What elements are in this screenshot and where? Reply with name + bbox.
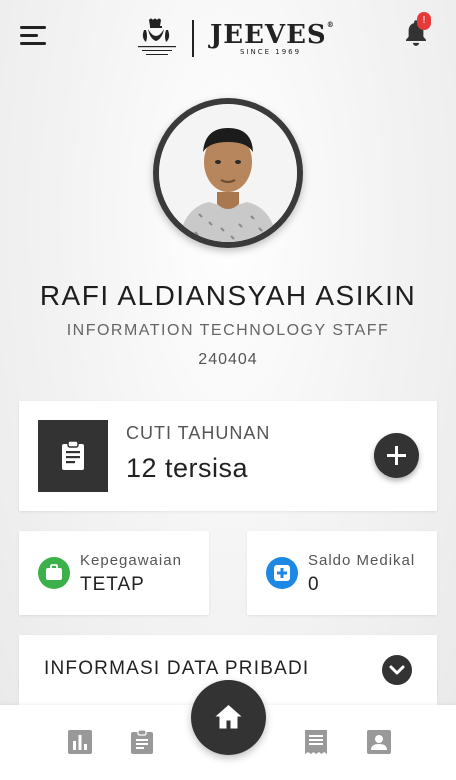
clipboard-icon xyxy=(62,440,84,470)
medical-value: 0 xyxy=(308,574,320,595)
brand-tagline: SINCE 1969 xyxy=(240,48,302,56)
contact-icon[interactable] xyxy=(366,729,392,755)
profile-photo xyxy=(159,104,297,242)
clipboard-nav-icon[interactable] xyxy=(129,729,155,755)
leave-remaining: 12 tersisa xyxy=(126,453,249,483)
leave-icon-box xyxy=(38,420,108,492)
home-button[interactable] xyxy=(191,680,266,755)
job-title: INFORMATION TECHNOLOGY STAFF xyxy=(66,322,390,339)
profile-avatar xyxy=(153,98,303,248)
royal-crest-icon xyxy=(138,18,176,55)
employment-label: Kepegawaian xyxy=(80,552,182,569)
medical-cross-icon xyxy=(266,557,298,589)
chevron-down-icon xyxy=(389,665,405,675)
brand-name: JEEVES® xyxy=(210,20,335,50)
employee-name: RAFI ALDIANSYAH ASIKIN xyxy=(39,280,417,311)
add-leave-button[interactable] xyxy=(374,433,419,478)
medical-label: Saldo Medikal xyxy=(308,552,416,569)
chart-icon[interactable] xyxy=(67,729,93,755)
receipt-icon[interactable] xyxy=(303,729,329,755)
medical-balance-card[interactable]: Saldo Medikal 0 xyxy=(247,531,437,615)
briefcase-icon xyxy=(38,557,70,589)
logo-divider xyxy=(192,20,194,57)
notification-badge: ! xyxy=(417,12,431,30)
plus-icon xyxy=(387,446,406,465)
personal-info-title: INFORMASI DATA PRIBADI xyxy=(44,658,310,679)
app-header: JEEVES® SINCE 1969 ! xyxy=(0,0,456,72)
menu-icon[interactable] xyxy=(20,26,48,48)
brand-logo: JEEVES® SINCE 1969 xyxy=(136,16,334,60)
annual-leave-card[interactable]: CUTI TAHUNAN 12 tersisa xyxy=(19,401,437,511)
leave-title: CUTI TAHUNAN xyxy=(126,423,271,443)
home-icon xyxy=(215,705,242,729)
expand-button[interactable] xyxy=(382,655,412,685)
employment-status-card[interactable]: Kepegawaian TETAP xyxy=(19,531,209,615)
employee-id: 240404 xyxy=(198,351,258,368)
employment-value: TETAP xyxy=(80,574,145,595)
